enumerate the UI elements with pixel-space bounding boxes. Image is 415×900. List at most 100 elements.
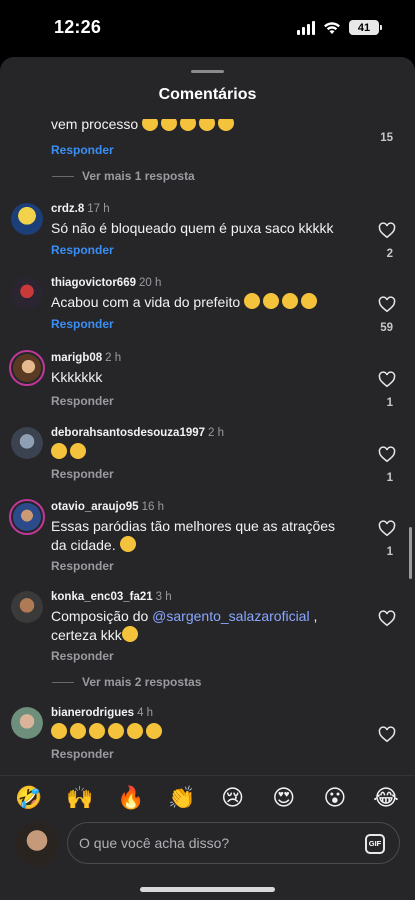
avatar[interactable] [11,277,43,309]
comment-time: 16 h [141,501,164,513]
laughing-emoji-icon [89,723,105,739]
reply-button[interactable]: Responder [51,143,114,157]
comment-item: thiagovictor669 20 h Acabou com a vida do… [0,273,415,337]
like-count: 15 [380,132,393,144]
laughing-emoji-icon [244,293,261,309]
status-bar: 12:26 41 [0,0,415,56]
status-icons: 41 [297,20,382,35]
mention-link[interactable]: @sargento_salazaroficial [152,608,309,624]
raising-hands-emoji-button[interactable]: 🙌 [66,785,93,811]
comment-username[interactable]: bianerodrigues [51,707,134,719]
comment-username[interactable]: deborahsantosdesouza1997 [51,427,205,439]
heart-icon[interactable] [378,520,396,537]
laughing-emoji-icon [51,723,67,739]
comment-text [51,723,351,742]
comment-item: konka_enc03_fa21 3 h Composição do @sarge… [0,587,415,699]
cellular-signal-icon [297,20,315,35]
laughing-emoji-icon [199,119,216,131]
rofl-emoji-icon [51,443,67,459]
laughing-emoji-icon [70,723,86,739]
laughing-emoji-icon [119,536,136,552]
comment-time: 3 h [155,591,172,603]
reply-button[interactable]: Responder [51,467,114,481]
surprised-emoji-button[interactable]: 😮 [322,785,348,811]
like-count: 1 [386,472,393,484]
laughing-emoji-icon [108,723,124,739]
comment-username[interactable]: konka_enc03_fa21 [51,591,153,603]
laughing-emoji-icon [282,293,299,309]
laughing-emoji-icon [301,293,318,309]
comment-input[interactable] [79,823,339,863]
reply-button[interactable]: Responder [51,649,114,663]
comment-meta: konka_enc03_fa21 3 h [51,591,172,603]
comment-time: 2 h [208,427,225,439]
comment-username[interactable]: marigb08 [51,352,102,364]
my-avatar [15,822,59,866]
wifi-icon [324,21,340,34]
home-indicator [140,887,275,892]
like-count: 2 [386,248,393,260]
comment-meta: deborahsantosdesouza1997 2 h [51,427,224,439]
heart-icon[interactable] [378,446,396,463]
comment-item: deborahsantosdesouza1997 2 h Responder 1 [0,423,415,487]
comment-meta: bianerodrigues 4 h [51,707,153,719]
comment-partial: vem processo Responder 15 Ver mais 1 res… [0,119,415,183]
comment-text: Acabou com a vida do prefeito [51,293,351,312]
comment-meta: marigb08 2 h [51,352,121,364]
battery-icon: 41 [349,20,382,35]
sheet-title: Comentários [158,86,257,103]
comment-username[interactable]: thiagovictor669 [51,277,136,289]
comment-text: Kkkkkkk [51,369,103,385]
comment-text: vem processo [51,119,351,134]
like-count: 1 [386,546,393,558]
laughing-emoji-icon [218,119,235,131]
reply-button[interactable]: Responder [51,317,114,331]
comment-time: 17 h [87,203,110,215]
view-more-label: Ver mais 2 respostas [82,675,202,689]
clapping-emoji-button[interactable]: 👏 [168,785,195,811]
avatar-story-ring[interactable] [9,350,45,386]
comment-meta: thiagovictor669 20 h [51,277,161,289]
avatar-story-ring[interactable] [9,499,45,535]
heart-icon[interactable] [378,610,396,627]
crying-emoji-button[interactable]: 😢 [220,785,246,811]
avatar[interactable] [11,707,43,739]
status-time: 12:26 [54,17,102,37]
sheet-grabber[interactable] [191,70,224,73]
comment-item: marigb08 2 h Kkkkkkk Responder 1 [0,348,415,412]
avatar[interactable] [11,591,43,623]
heart-icon[interactable] [378,222,396,239]
comment-username[interactable]: crdz.8 [51,203,84,215]
comments-sheet: Comentários vem processo Responder 15 Ve… [0,57,415,900]
comment-text: Essas paródias tão melhores que as atraç… [51,518,336,553]
gif-button[interactable]: GIF [365,834,385,854]
view-more-replies[interactable]: Ver mais 1 resposta [52,169,195,183]
reply-button[interactable]: Responder [51,747,114,761]
laughing-emoji-icon [161,119,178,131]
laughing-emoji-button[interactable]: 😂 [373,785,399,811]
heart-icon[interactable] [378,296,396,313]
comment-list[interactable]: vem processo Responder 15 Ver mais 1 res… [0,119,415,773]
scrollbar[interactable] [409,527,412,579]
comment-text [51,443,351,462]
fire-emoji-button[interactable]: 🔥 [117,785,144,811]
laughing-emoji-icon [121,626,138,642]
heart-icon[interactable] [378,726,396,743]
comment-username[interactable]: otavio_araujo95 [51,501,139,513]
heart-icon[interactable] [378,371,396,388]
rofl-emoji-button[interactable]: 🤣 [15,785,42,811]
avatar[interactable] [11,203,43,235]
laughing-emoji-icon [146,723,162,739]
reply-button[interactable]: Responder [51,243,114,257]
reply-button[interactable]: Responder [51,559,114,573]
comment-item: otavio_araujo95 16 h Essas paródias tão m… [0,497,415,581]
thread-line [52,175,74,177]
avatar[interactable] [11,427,43,459]
view-more-replies[interactable]: Ver mais 2 respostas [52,675,201,689]
reply-button[interactable]: Responder [51,394,114,408]
like-count: 59 [380,322,393,334]
comment-meta: crdz.8 17 h [51,203,110,215]
comment-input-box[interactable]: GIF [67,822,400,864]
laughing-emoji-icon [142,119,159,131]
heart-eyes-emoji-button[interactable]: 😍 [271,785,297,811]
